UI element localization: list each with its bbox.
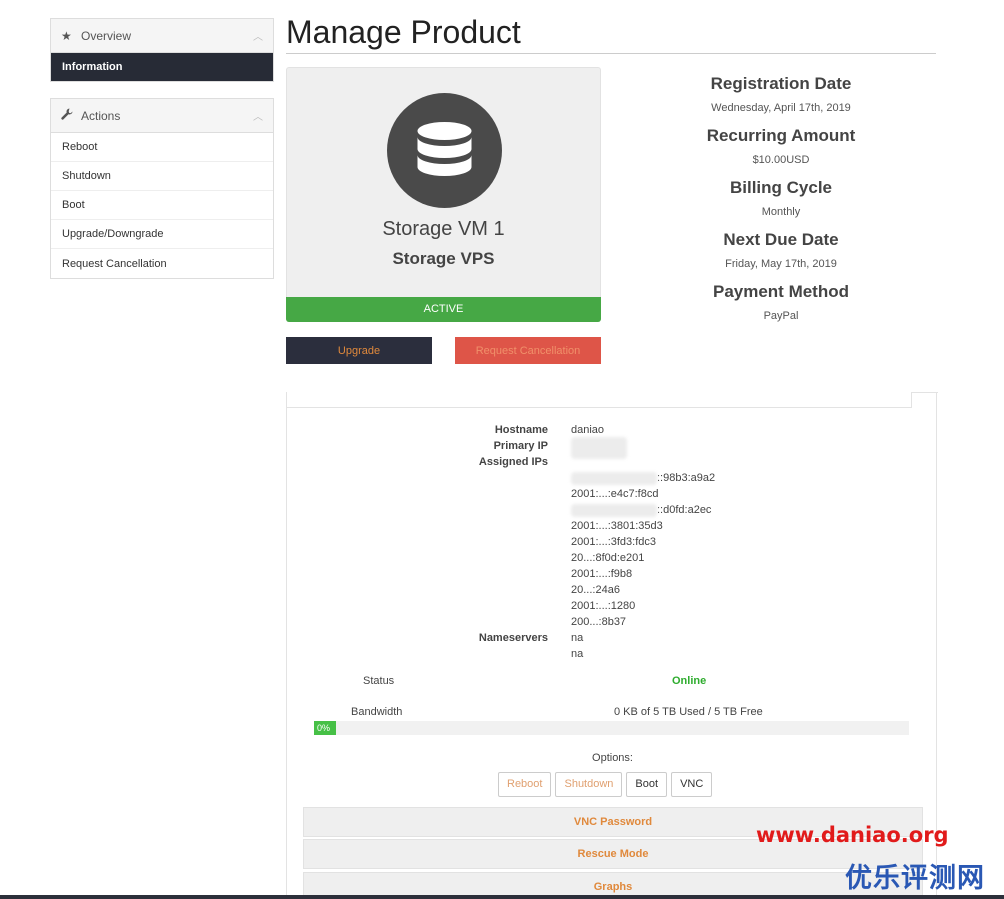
- title-divider: [286, 53, 936, 54]
- bottom-bar: [0, 895, 1004, 899]
- ip-line: 2001:...:3fd3:fdc3: [571, 536, 657, 548]
- nameservers-label: Nameservers: [478, 632, 548, 644]
- sidebar-item-label: Reboot: [62, 141, 98, 153]
- overview-panel-header[interactable]: ★ Overview ︿: [51, 19, 273, 53]
- registration-date-label: Registration Date: [710, 74, 852, 93]
- next-due-date-value: Friday, May 17th, 2019: [725, 258, 837, 270]
- watermark-site-name: 优乐评测网: [845, 863, 985, 894]
- ip-line: 2001:...:e4c7:f8cd: [571, 488, 659, 500]
- ip-line: 20...:8f0d:e201: [571, 552, 645, 564]
- panel-border: [287, 407, 911, 408]
- sidebar-item-information[interactable]: Information: [51, 53, 273, 81]
- billing-cycle-label: Billing Cycle: [729, 178, 833, 197]
- sidebar-item-boot[interactable]: Boot: [51, 191, 273, 220]
- ip-line: 2001:...:1280: [571, 600, 636, 612]
- nameserver-2: na: [571, 648, 584, 660]
- assigned-ips-list: ::98b3:a9a2 2001:...:e4c7:f8cd ::d0fd:a2…: [571, 470, 715, 630]
- chevron-up-icon[interactable]: ︿: [253, 28, 263, 43]
- payment-method-label: Payment Method: [712, 282, 850, 301]
- product-details: Registration Date Wednesday, April 17th,…: [650, 72, 912, 332]
- ip-line: 200...:8b37: [571, 616, 627, 628]
- server-status-value: Online: [672, 675, 707, 687]
- option-shutdown-button[interactable]: Shutdown: [555, 772, 623, 797]
- nameserver-1: na: [571, 632, 584, 644]
- sidebar-item-request-cancellation[interactable]: Request Cancellation: [51, 249, 273, 278]
- option-boot-button[interactable]: Boot: [626, 772, 668, 797]
- panel-border: [911, 392, 912, 408]
- option-vnc-button[interactable]: VNC: [671, 772, 713, 797]
- sidebar-item-label: Upgrade/Downgrade: [62, 228, 164, 240]
- bandwidth-progress-bar: 0%: [314, 721, 909, 735]
- request-cancellation-button[interactable]: Request Cancellation: [455, 337, 601, 364]
- wrench-icon: [61, 108, 75, 123]
- status-badge: ACTIVE: [286, 297, 601, 322]
- sidebar-item-label: Shutdown: [62, 170, 111, 182]
- options-label: Options:: [592, 752, 633, 764]
- assigned-ips-label: Assigned IPs: [478, 456, 548, 468]
- overview-panel-title: Overview: [81, 28, 132, 43]
- actions-panel: Actions ︿ Reboot Shutdown Boot Upgrade/D…: [50, 98, 274, 279]
- ip-line: 20...:24a6: [571, 584, 620, 596]
- product-name: Storage VM 1: [382, 218, 505, 240]
- panel-border: [911, 392, 938, 393]
- primary-ip-value: [571, 437, 627, 459]
- ip-line: 2001:...:f9b8: [571, 568, 633, 580]
- hostname-label: Hostname: [494, 424, 548, 436]
- database-icon: [387, 93, 502, 208]
- overview-panel: ★ Overview ︿ Information: [50, 18, 274, 82]
- bandwidth-label: Bandwidth: [351, 706, 403, 718]
- recurring-amount-label: Recurring Amount: [706, 126, 856, 145]
- option-reboot-button[interactable]: Reboot: [498, 772, 552, 797]
- page-title: Manage Product: [286, 14, 521, 50]
- billing-cycle-value: Monthly: [761, 206, 801, 218]
- sidebar-item-label: Information: [62, 61, 123, 73]
- watermark-url: www.daniao.org: [756, 823, 949, 847]
- server-status-label: Status: [363, 675, 395, 687]
- ip-line: 2001:...:3801:35d3: [571, 520, 663, 532]
- hostname-value: daniao: [571, 424, 605, 436]
- upgrade-button[interactable]: Upgrade: [286, 337, 432, 364]
- sidebar-item-reboot[interactable]: Reboot: [51, 133, 273, 162]
- sidebar-item-label: Request Cancellation: [62, 257, 167, 270]
- bandwidth-progress-fill: 0%: [314, 721, 336, 735]
- sidebar-item-upgrade-downgrade[interactable]: Upgrade/Downgrade: [51, 220, 273, 249]
- payment-method-value: PayPal: [763, 310, 799, 322]
- chevron-up-icon[interactable]: ︿: [253, 108, 263, 123]
- next-due-date-label: Next Due Date: [723, 230, 839, 249]
- actions-panel-header[interactable]: Actions ︿: [51, 99, 273, 133]
- primary-ip-label: Primary IP: [493, 440, 548, 452]
- options-button-group: Reboot Shutdown Boot VNC: [498, 772, 713, 797]
- registration-date-value: Wednesday, April 17th, 2019: [711, 102, 851, 114]
- bandwidth-value: 0 KB of 5 TB Used / 5 TB Free: [614, 706, 763, 718]
- sidebar-item-label: Boot: [62, 199, 85, 211]
- actions-panel-title: Actions: [81, 108, 121, 123]
- product-type: Storage VPS: [392, 249, 495, 268]
- ip-line: ::d0fd:a2ec: [571, 502, 715, 518]
- ip-line: ::98b3:a9a2: [571, 470, 715, 486]
- sidebar-item-shutdown[interactable]: Shutdown: [51, 162, 273, 191]
- product-card: Storage VM 1 Storage VPS ACTIVE: [286, 67, 601, 322]
- recurring-amount-value: $10.00USD: [752, 154, 810, 166]
- star-icon: ★: [61, 28, 72, 43]
